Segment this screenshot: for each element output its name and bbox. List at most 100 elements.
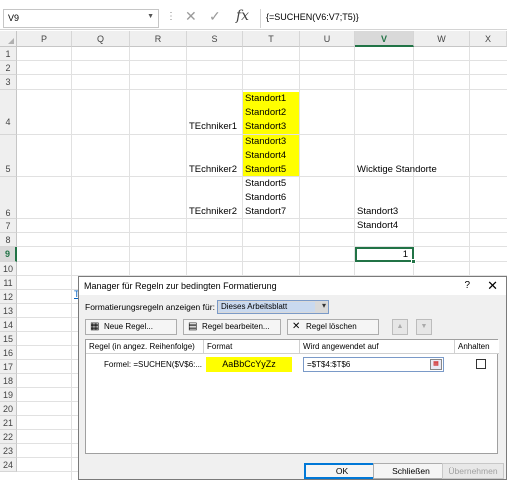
new-rule-icon: ▦ [90,321,100,332]
chevron-down-icon[interactable]: ▼ [147,13,154,20]
row-header-18[interactable]: 18 [0,374,17,388]
column-header-r[interactable]: R [130,31,187,47]
column-header-q[interactable]: Q [72,31,130,47]
confirm-icon[interactable]: ✓ [209,8,221,25]
cell-t6-line1[interactable]: Standort5 [243,177,299,191]
column-header-w[interactable]: W [414,31,470,47]
select-all-corner[interactable] [0,31,17,47]
cell-v7[interactable]: Standort4 [355,219,413,232]
formula-input[interactable]: {=SUCHEN(V6:V7;T5)} [260,9,507,28]
column-header-s[interactable]: S [187,31,243,47]
gridline [17,218,507,219]
row-header-20[interactable]: 20 [0,402,17,416]
row-header-14[interactable]: 14 [0,318,17,332]
cell-s4[interactable]: TEchniker1 [187,120,242,134]
gridline [17,60,507,61]
row-header-22[interactable]: 22 [0,430,17,444]
new-rule-label: Neue Regel... [104,322,153,331]
formula-bar: V9 ▼ ⋮ ✕ ✓ fx {=SUCHEN(V6:V7;T5)} [0,0,507,30]
stop-if-true-checkbox[interactable] [476,359,486,369]
delete-rule-button[interactable]: ✕ Regel löschen [287,319,379,335]
cell-s5[interactable]: TEchniker2 [187,163,242,176]
close-button[interactable]: Schließen [373,463,449,479]
gridline [17,246,507,247]
row-header-21[interactable]: 21 [0,416,17,430]
new-rule-button[interactable]: ▦ Neue Regel... [85,319,177,335]
cell-t5-line2[interactable]: Standort4 [243,149,299,163]
row-header-13[interactable]: 13 [0,304,17,318]
applies-to-input[interactable]: =$T$4:$T$6 ▦ [303,357,444,372]
show-rules-value: Dieses Arbeitsblatt [219,302,315,312]
cell-s6[interactable]: TEchniker2 [187,205,242,218]
dialog-title: Manager für Regeln zur bedingten Formati… [79,277,506,295]
row-header-24[interactable]: 24 [0,458,17,472]
header-rule: Regel (in angez. Reihenfolge) [86,340,204,354]
gridline [17,232,507,233]
cell-v5[interactable]: Wicktige Standorte [355,163,475,176]
row-header-3[interactable]: 3 [0,75,17,90]
applies-to-value: =$T$4:$T$6 [307,360,351,369]
delete-icon: ✕ [292,321,301,332]
row-header-17[interactable]: 17 [0,360,17,374]
row-header-15[interactable]: 15 [0,332,17,346]
row-header-23[interactable]: 23 [0,444,17,458]
column-header-t[interactable]: T [243,31,300,47]
cell-t5-line3[interactable]: Standort5 [243,163,299,176]
row-header-5[interactable]: 5 [0,135,17,177]
rule-row[interactable]: Formel: =SUCHEN($V$6:... AaBbCcYyZz =$T$… [86,355,497,375]
cell-v9-value: 1 [402,249,408,260]
cell-t6-line2[interactable]: Standort6 [243,191,299,205]
cell-t5-line1[interactable]: Standort3 [243,135,299,149]
edit-rule-label: Regel bearbeiten... [202,322,270,331]
help-icon[interactable]: ? [464,280,470,291]
cell-t4-line3[interactable]: Standort3 [243,120,299,134]
gridline [17,74,507,75]
row-header-16[interactable]: 16 [0,346,17,360]
rules-table: Regel (in angez. Reihenfolge) Format Wir… [85,339,499,454]
row-header-7[interactable]: 7 [0,219,17,233]
column-header-x[interactable]: X [470,31,507,47]
row-header-12[interactable]: 12 [0,290,17,304]
delete-rule-label: Regel löschen [306,322,357,331]
insert-function-icon[interactable]: fx [236,8,249,24]
show-rules-dropdown[interactable]: Dieses Arbeitsblatt ▾ [217,300,329,314]
cell-t4-line2[interactable]: Standort2 [243,106,299,120]
chevron-down-icon: ▾ [321,301,326,310]
name-box[interactable]: V9 ▼ [3,9,159,28]
row-header-11[interactable]: 11 [0,276,17,290]
apply-button[interactable]: Übernehmen [442,463,504,479]
row-header-2[interactable]: 2 [0,61,17,75]
header-applies: Wird angewendet auf [300,340,455,354]
row-header-8[interactable]: 8 [0,233,17,247]
column-header-p[interactable]: P [17,31,72,47]
move-up-button[interactable]: ▲ [392,319,408,335]
row-header-19[interactable]: 19 [0,388,17,402]
row-header-10[interactable]: 10 [0,262,17,276]
cell-v6[interactable]: Standort3 [355,205,413,218]
column-header-u[interactable]: U [300,31,355,47]
row-header-6[interactable]: 6 [0,177,17,219]
move-down-button[interactable]: ▼ [416,319,432,335]
name-box-value: V9 [8,13,20,23]
conditional-formatting-dialog: Manager für Regeln zur bedingten Formati… [78,276,507,480]
show-rules-label: Formatierungsregeln anzeigen für: [85,302,215,312]
cell-t4-line1[interactable]: Standort1 [243,92,299,106]
active-cell-v9[interactable]: 1 [355,247,416,264]
cancel-icon[interactable]: ✕ [185,8,197,25]
fill-handle[interactable] [411,259,416,264]
column-header-v[interactable]: V [355,31,414,47]
gridline [17,89,507,90]
more-icon: ⋮ [166,11,176,22]
edit-rule-button[interactable]: ▤ Regel bearbeiten... [183,319,281,335]
close-icon[interactable]: ✕ [487,278,498,294]
row-header-9[interactable]: 9 [0,247,17,262]
range-picker-icon[interactable]: ▦ [430,359,442,370]
row-header-1[interactable]: 1 [0,47,17,61]
header-stop: Anhalten [455,340,499,354]
gridline [17,261,507,262]
cell-t6-line3[interactable]: Standort7 [243,205,299,218]
row-header-4[interactable]: 4 [0,90,17,135]
header-format: Format [204,340,300,354]
ok-button[interactable]: OK [304,463,380,479]
rule-formula: Formel: =SUCHEN($V$6:... [104,360,203,369]
